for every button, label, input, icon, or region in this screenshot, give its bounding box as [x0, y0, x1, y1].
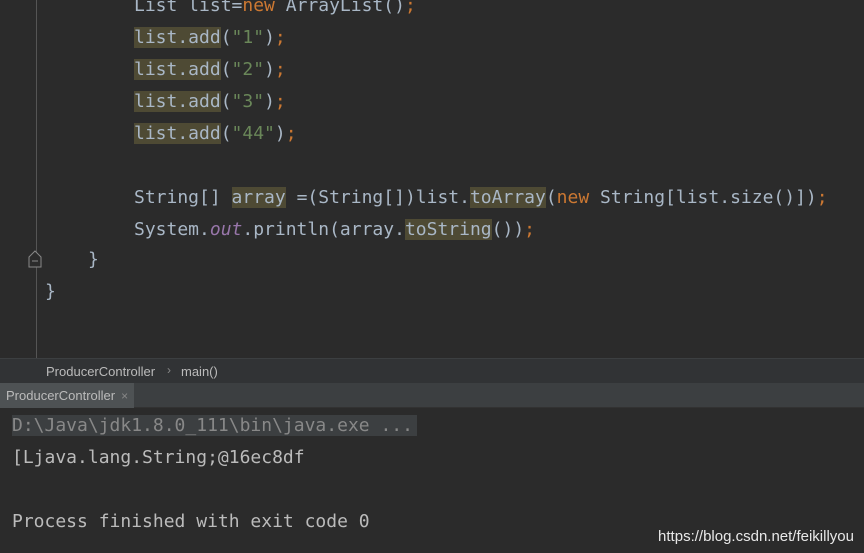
variable-array: array: [231, 187, 286, 208]
code-text: System.: [134, 219, 210, 240]
closing-brace: }: [88, 249, 99, 270]
console-exit-message: Process finished with exit code 0: [12, 511, 370, 532]
code-method-call: list.add: [134, 27, 221, 48]
tab-label: ProducerController: [6, 388, 116, 403]
code-paren: ): [274, 123, 286, 144]
semicolon: ;: [274, 27, 286, 48]
string-literal: "3": [231, 91, 265, 112]
code-text: .println(array.: [242, 219, 405, 240]
code-paren: (: [220, 27, 232, 48]
code-method-call: list.add: [134, 123, 221, 144]
code-paren: (: [220, 59, 232, 80]
semicolon: ;: [274, 91, 286, 112]
breadcrumb: ProducerController › main(): [0, 358, 864, 383]
code-line-add-1[interactable]: list.add("1");: [134, 23, 286, 53]
code-paren: ): [264, 91, 275, 112]
gutter-divider: [36, 0, 37, 358]
code-line-close-method[interactable]: }: [88, 245, 99, 275]
string-literal: "1": [231, 27, 265, 48]
semicolon: ;: [274, 59, 286, 80]
method-to-array: toArray: [469, 187, 546, 208]
console-output-line: [Ljava.lang.String;@16ec8df: [12, 447, 305, 468]
method-to-string: toString: [404, 219, 492, 240]
code-editor[interactable]: List list=new ArrayList(); list.add("1")…: [0, 0, 864, 358]
code-text: ()): [491, 219, 525, 240]
console-command-line: D:\Java\jdk1.8.0_111\bin\java.exe ...: [12, 411, 417, 441]
breadcrumb-separator-icon: ›: [167, 363, 171, 377]
code-paren: (: [545, 187, 557, 208]
string-literal: "2": [231, 59, 265, 80]
semicolon: ;: [285, 123, 297, 144]
watermark: https://blog.csdn.net/feikillyou: [658, 528, 854, 545]
breadcrumb-item-method[interactable]: main(): [181, 364, 218, 379]
code-line-add-44[interactable]: list.add("44");: [134, 119, 297, 149]
closing-brace: }: [45, 281, 56, 302]
code-text: =(String[])list.: [285, 187, 470, 208]
code-line-close-class[interactable]: }: [45, 277, 56, 307]
code-text: ArrayList(): [274, 0, 405, 16]
code-paren: (: [220, 91, 232, 112]
close-icon[interactable]: ×: [121, 389, 128, 403]
breadcrumb-item-class[interactable]: ProducerController: [46, 364, 155, 379]
code-method-call: list.add: [134, 59, 221, 80]
keyword-new: new: [242, 0, 275, 16]
code-line-to-array[interactable]: String[] array =(String[])list.toArray(n…: [134, 183, 828, 213]
code-paren: (: [220, 123, 232, 144]
keyword-new: new: [556, 187, 590, 208]
code-text: List list=: [134, 0, 243, 16]
code-line-add-2[interactable]: list.add("2");: [134, 55, 286, 85]
code-paren: ): [264, 27, 275, 48]
code-text: String[]: [134, 187, 232, 208]
code-line-println[interactable]: System.out.println(array.toString());: [134, 215, 535, 245]
semicolon: ;: [404, 0, 416, 16]
console-command[interactable]: D:\Java\jdk1.8.0_111\bin\java.exe ...: [12, 415, 417, 436]
tab-producer-controller[interactable]: ProducerController ×: [0, 383, 135, 408]
string-literal: "44": [231, 123, 275, 144]
code-line-add-3[interactable]: list.add("3");: [134, 87, 286, 117]
static-field-out: out: [209, 219, 243, 240]
code-paren: ): [264, 59, 275, 80]
semicolon: ;: [816, 187, 828, 208]
code-text: String[list.size()]): [589, 187, 817, 208]
code-method-call: list.add: [134, 91, 221, 112]
run-tool-window-tabs: ProducerController ×: [0, 383, 864, 408]
code-line-list-decl[interactable]: List list=new ArrayList();: [134, 0, 416, 21]
semicolon: ;: [524, 219, 535, 240]
fold-marker-icon[interactable]: [27, 250, 43, 268]
